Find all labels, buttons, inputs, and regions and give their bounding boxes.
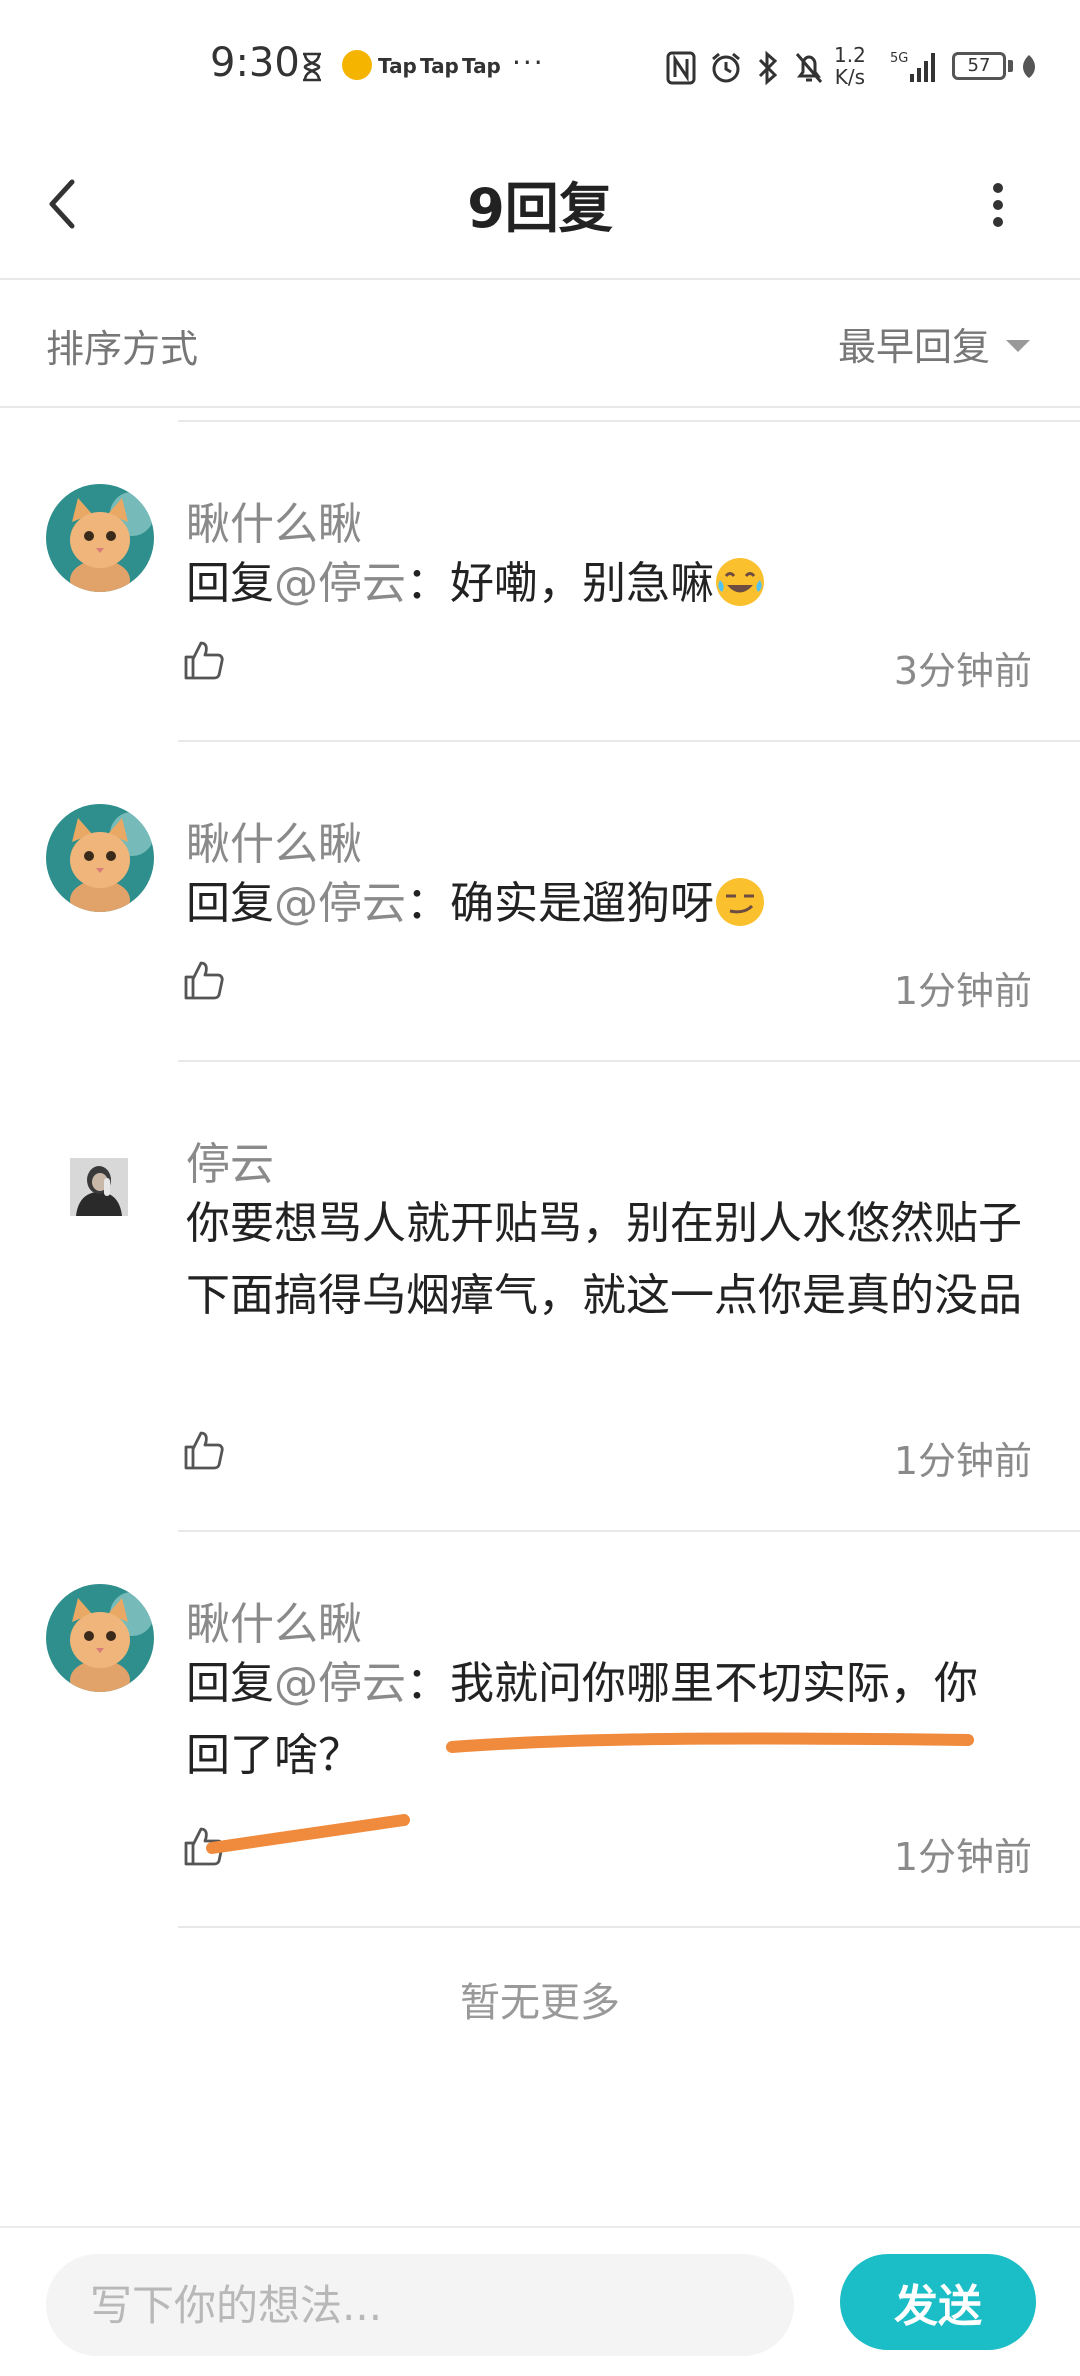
signal-icon: 5G	[890, 51, 935, 82]
mention-link[interactable]: @停云	[274, 878, 406, 929]
bluetooth-icon	[758, 51, 778, 85]
mute-bell-icon	[795, 53, 823, 83]
comment-time: 1分钟前	[893, 1835, 1032, 1879]
comment-author[interactable]: 瞅什么瞅	[186, 808, 362, 872]
tap-notification-label: Tap	[378, 54, 417, 78]
send-button[interactable]: 发送	[840, 2254, 1036, 2350]
header: 9回复	[0, 130, 1080, 280]
comment-author[interactable]: 瞅什么瞅	[186, 1588, 362, 1652]
app-notification-icon	[342, 50, 372, 80]
divider	[178, 1926, 1080, 1928]
comment-content: 你要想骂人就开贴骂，别在别人水悠然贴子下面搞得乌烟瘴气，就这一点你是真的没品	[186, 1198, 1022, 1321]
battery-icon: 57	[952, 52, 1006, 80]
mention-link[interactable]: @停云	[274, 1658, 406, 1709]
alarm-icon	[712, 52, 740, 83]
caret-down-icon	[1006, 339, 1030, 352]
sort-label: 排序方式	[46, 327, 199, 371]
comment-content: 回复@停云：我就问你哪里不切实际，你回了啥？	[186, 1658, 978, 1781]
page-title: 9回复	[467, 177, 613, 240]
sort-value: 最早回复	[837, 325, 990, 369]
comment-author[interactable]: 停云	[186, 1128, 274, 1192]
cat-avatar-image	[46, 484, 154, 592]
comment-item: 瞅什么瞅 回复@停云：我就问你哪里不切实际，你回了啥？ 1分钟前	[0, 1570, 1080, 1930]
svg-text:5G: 5G	[890, 51, 908, 66]
mention-link[interactable]: @停云	[274, 558, 406, 609]
sort-dropdown[interactable]: 最早回复	[838, 316, 1030, 371]
comment-author[interactable]: 瞅什么瞅	[186, 488, 362, 552]
status-time: 9:30	[210, 40, 300, 86]
comment-time: 3分钟前	[893, 649, 1032, 693]
divider	[178, 1060, 1080, 1062]
tap-notification-label: Tap	[420, 54, 459, 78]
avatar[interactable]	[46, 804, 154, 912]
thumbs-up-icon[interactable]	[182, 638, 226, 682]
comment-item: 瞅什么瞅 回复@停云：好嘞，别急嘛 3分钟前	[0, 470, 1080, 750]
network-speed: 1.2 K/s	[834, 43, 866, 89]
cat-avatar-image	[46, 804, 154, 912]
tap-notification-label: Tap	[462, 54, 501, 78]
smirk-emoji-icon	[716, 878, 764, 926]
avatar[interactable]	[70, 1158, 128, 1216]
more-vertical-icon[interactable]	[976, 170, 1020, 240]
comment-time: 1分钟前	[893, 1439, 1032, 1483]
thumbs-up-icon[interactable]	[182, 1428, 226, 1472]
cat-avatar-image	[46, 1584, 154, 1692]
thumbs-up-icon[interactable]	[182, 958, 226, 1002]
divider	[178, 420, 1080, 422]
person-avatar-image	[70, 1158, 128, 1216]
comment-content: 回复@停云：好嘞，别急嘛	[186, 548, 1026, 620]
bottom-input-bar: 发送	[0, 2226, 1080, 2376]
status-bar: 9:30 Tap Tap Tap ··· 1.2 K/s 5G 57	[0, 0, 1080, 130]
hourglass-icon	[303, 52, 321, 82]
divider	[178, 1530, 1080, 1532]
avatar[interactable]	[46, 1584, 154, 1692]
comment-content: 回复@停云：确实是遛狗呀	[186, 868, 1026, 940]
nfc-icon	[666, 51, 696, 85]
no-more-label: 暂无更多	[460, 1980, 620, 2026]
avatar[interactable]	[46, 484, 154, 592]
laugh-cry-emoji-icon	[716, 558, 764, 606]
comment-time: 1分钟前	[893, 969, 1032, 1013]
comment-item: 停云 你要想骂人就开贴骂，别在别人水悠然贴子下面搞得乌烟瘴气，就这一点你是真的没…	[0, 1110, 1080, 1532]
thumbs-up-icon[interactable]	[182, 1824, 226, 1868]
comment-input[interactable]	[46, 2254, 794, 2356]
more-notifications-icon: ···	[512, 46, 545, 79]
reply-page: 9:30 Tap Tap Tap ··· 1.2 K/s 5G 57 9回复 排…	[0, 0, 1080, 2376]
divider	[178, 740, 1080, 742]
status-icons	[666, 48, 824, 88]
power-saving-leaf-icon	[1023, 55, 1035, 78]
sort-row: 排序方式 最早回复	[0, 280, 1080, 408]
comment-item: 瞅什么瞅 回复@停云：确实是遛狗呀 1分钟前	[0, 790, 1080, 1070]
battery-tip	[1008, 60, 1013, 72]
